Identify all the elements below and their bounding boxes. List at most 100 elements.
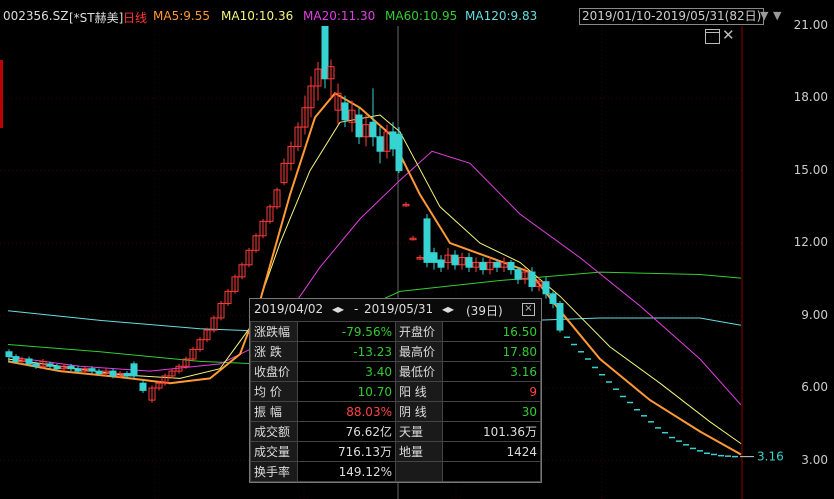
- stats-row: 收盘价 3.40 最低价 3.16: [250, 361, 542, 382]
- stat-label: 天量: [394, 421, 443, 442]
- candle-body: [74, 368, 82, 372]
- stats-row: 涨跌幅 -79.56% 开盘价 16.50: [250, 321, 542, 342]
- candle-body: [479, 261, 487, 271]
- stat-label: [394, 461, 443, 482]
- candle-body: [109, 370, 117, 377]
- panel-close-icon[interactable]: ×: [522, 303, 535, 316]
- candle-body: [528, 271, 536, 288]
- candle-body: [88, 368, 96, 372]
- stat-value: 3.16: [441, 361, 542, 382]
- ma20-label: MA20:11.30: [303, 9, 376, 23]
- ma60-label: MA60:10.95: [385, 9, 458, 23]
- price-tick-label: 6.00: [801, 380, 828, 395]
- stat-value: -79.56%: [296, 321, 396, 342]
- candle-body: [341, 102, 349, 121]
- top-info-bar: [0, 0, 834, 6]
- ma5-label: MA5:9.55: [153, 9, 210, 23]
- day-count: (39日): [466, 304, 503, 318]
- stock-code: 002356.SZ: [3, 9, 69, 23]
- price-tick-label: 9.00: [801, 307, 828, 322]
- maximize-icon[interactable]: [705, 29, 720, 44]
- stats-row: 涨 跌 -13.23 最高价 17.80: [250, 341, 542, 362]
- stat-value: 716.13万: [296, 441, 396, 462]
- price-tick-label: 12.00: [793, 235, 828, 250]
- candle-body: [542, 281, 550, 295]
- stat-value: -13.23: [296, 341, 396, 362]
- candle-body: [130, 363, 138, 377]
- candle-body: [46, 363, 54, 367]
- stat-label: 均 价: [250, 381, 298, 402]
- candle-body: [514, 269, 522, 280]
- candle-body: [376, 136, 384, 152]
- candle-body: [53, 365, 61, 370]
- stat-label: 涨跌幅: [250, 321, 298, 342]
- left-edge-marker: [0, 60, 3, 128]
- stat-label: 换手率: [250, 461, 298, 482]
- candle-body: [5, 351, 13, 358]
- candle-body: [395, 133, 403, 172]
- stat-label: 最高价: [394, 341, 443, 362]
- stat-value: 17.80: [441, 341, 542, 362]
- end-date[interactable]: 2019/05/31: [364, 302, 433, 316]
- stat-value: 149.12%: [296, 461, 396, 482]
- start-date[interactable]: 2019/04/02: [254, 302, 323, 316]
- stats-row: 成交量 716.13万 地量 1424: [250, 441, 542, 462]
- candle-body: [139, 382, 147, 391]
- stat-value: 30: [441, 401, 542, 422]
- candle-body: [507, 261, 515, 271]
- stat-label: 成交量: [250, 441, 298, 462]
- candle-body: [321, 26, 329, 80]
- candle-body: [67, 365, 75, 370]
- stat-label: 开盘价: [394, 321, 443, 342]
- period-label[interactable]: 日线: [123, 9, 147, 26]
- price-tick-label: 3.00: [801, 452, 828, 467]
- date-range-selector[interactable]: 2019/01/10-2019/05/31(82日): [579, 8, 765, 25]
- candle-body: [423, 218, 431, 263]
- stat-label: 阳 线: [394, 381, 443, 402]
- stats-row: 成交额 76.62亿 天量 101.36万: [250, 421, 542, 442]
- settings-dropdown-icon[interactable]: ▼: [773, 9, 781, 22]
- candle-body: [25, 358, 33, 365]
- candle-body: [32, 363, 40, 367]
- candle-body: [355, 114, 363, 138]
- price-tick-label: 21.00: [793, 17, 828, 32]
- ma10-label: MA10:10.36: [221, 9, 294, 23]
- candle-body: [451, 254, 459, 266]
- candle-body: [493, 261, 501, 268]
- candle-body: [549, 293, 557, 304]
- stat-value: 1424: [441, 441, 542, 462]
- candle-body: [12, 356, 20, 362]
- stat-value: 76.62亿: [296, 421, 396, 442]
- stats-row: 均 价 10.70 阳 线9: [250, 381, 542, 402]
- stat-value: 9: [441, 381, 542, 402]
- stat-label: 振 幅: [250, 401, 298, 422]
- candle-body: [123, 373, 131, 377]
- stats-row: 振 幅 88.03% 阴 线 30: [250, 401, 542, 422]
- stat-label: 涨 跌: [250, 341, 298, 362]
- candle-body: [556, 302, 564, 331]
- interval-stats-panel: 2019/04/02 ◂▸ - 2019/05/31 ◂▸ (39日) × 涨跌…: [249, 298, 542, 483]
- price-tick-label: 18.00: [793, 90, 828, 105]
- end-date-arrows-icon[interactable]: ◂▸: [442, 302, 454, 316]
- candle-body: [95, 370, 103, 375]
- stats-row: 换手率 149.12%: [250, 461, 542, 482]
- stat-value: 101.36万: [441, 421, 542, 442]
- candle-body: [437, 259, 445, 268]
- stat-value: 10.70: [296, 381, 396, 402]
- stat-label: 收盘价: [250, 361, 298, 382]
- close-icon[interactable]: ✕: [722, 28, 735, 43]
- stat-value: [441, 461, 542, 482]
- start-date-arrows-icon[interactable]: ◂▸: [332, 302, 344, 316]
- low-price-label: 3.16: [757, 450, 784, 464]
- stat-label: 地量: [394, 441, 443, 462]
- candle-body: [389, 131, 397, 150]
- stat-label: 阴 线: [394, 401, 443, 422]
- stat-label: 最低价: [394, 361, 443, 382]
- price-tick-label: 15.00: [793, 162, 828, 177]
- range-dropdown-icon[interactable]: ▼: [760, 9, 768, 22]
- candle-body: [369, 121, 377, 138]
- stock-name: [*ST赫美]: [69, 11, 124, 25]
- stats-table: 涨跌幅 -79.56% 开盘价 16.50 涨 跌 -13.23 最高价 17.80 收盘价 3.…: [250, 321, 542, 482]
- candle-body: [465, 257, 473, 268]
- stat-label: 成交额: [250, 421, 298, 442]
